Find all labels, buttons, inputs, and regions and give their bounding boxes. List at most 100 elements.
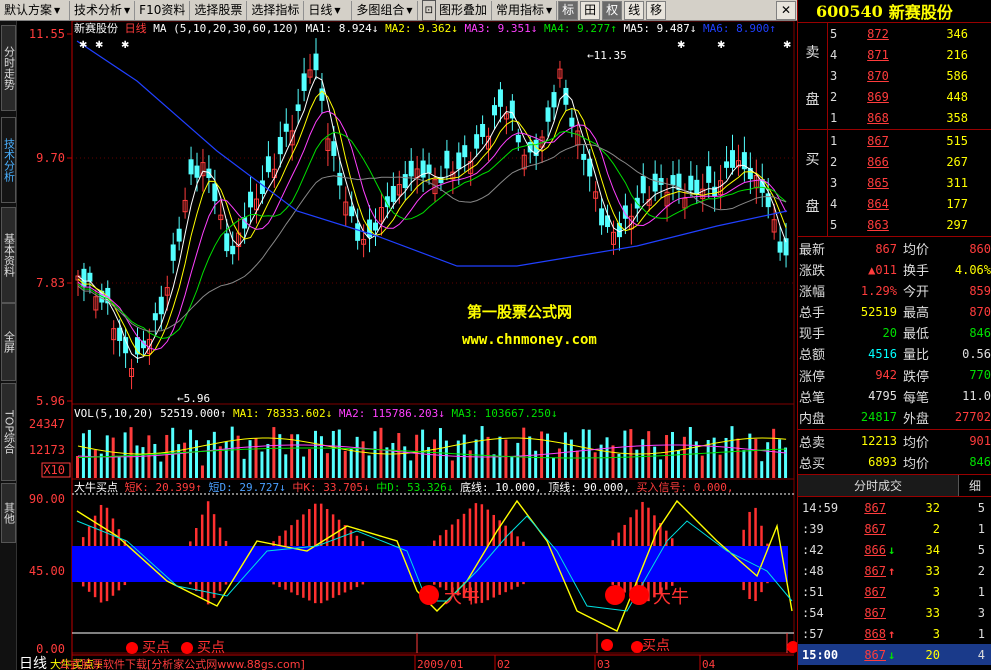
ask-row[interactable]: 5 872 346	[828, 24, 991, 45]
toolbar-item-4[interactable]: 选择指标	[247, 0, 305, 20]
chart-area[interactable]: 11.55 9.70 7.83 5.96 新赛股份 日线 MA (5,10,20,30,…	[17, 21, 797, 670]
star-icon: ✱	[677, 40, 685, 51]
bid-row[interactable]: 4 864 177	[828, 193, 991, 214]
bid-book: 买 盘 1 867 515 2 866 267 3 865 311 4 864 177 5 863 297	[798, 129, 991, 237]
big-bull-dot	[605, 585, 625, 605]
stock-chart-canvas[interactable]: 11.55 9.70 7.83 5.96 新赛股份 日线 MA (5,10,20,30,…	[17, 21, 797, 670]
indicator-col	[629, 517, 632, 546]
toolbar-item-8[interactable]: 常用指标 ▼	[492, 0, 558, 20]
indicator-col	[647, 507, 650, 546]
toolbar-item-3[interactable]: 选择股票	[190, 0, 248, 20]
candle-body	[694, 179, 700, 195]
volume-bar	[623, 430, 627, 478]
volume-bar	[373, 431, 377, 478]
ask-row[interactable]: 1 868 358	[828, 107, 991, 128]
toolbar-item-1[interactable]: 技术分析 ▼	[70, 0, 136, 20]
period-label[interactable]: 日线	[19, 656, 47, 670]
candle-body	[355, 223, 361, 241]
toolbar-item-5[interactable]: 日线 ▼	[304, 0, 353, 20]
indicator-col	[766, 582, 769, 584]
close-icon[interactable]: ✕	[776, 0, 796, 20]
indicator-col	[111, 582, 115, 596]
indicator-col	[623, 524, 626, 546]
indicator-header: 大牛买点 短K: 20.399↑ 短D: 29.727↓ 中K: 33.705↓…	[74, 480, 734, 494]
volume-bar	[81, 433, 85, 478]
indicator-col	[456, 519, 460, 546]
toolbar-item-7[interactable]: ⊡ 图形叠加	[418, 0, 492, 21]
indicator-col	[450, 524, 454, 546]
toolbar-toggle-1[interactable]: 田	[580, 0, 601, 20]
down-arrow-icon: ↓	[888, 542, 896, 557]
indicator-col	[611, 582, 614, 585]
indicator-col	[504, 582, 507, 593]
toolbar-item-6[interactable]: 多图组合 ▼	[352, 0, 418, 20]
tick-row[interactable]: :54 867 33 3	[798, 602, 991, 623]
tick-row[interactable]: :57 868 ↑ 3 1	[798, 623, 991, 644]
toolbar-item-2[interactable]: F10资料	[135, 0, 191, 20]
toolbar-toggle-2[interactable]: 权	[602, 0, 623, 20]
indicator-col	[617, 532, 620, 546]
ask-row[interactable]: 2 869 448	[828, 86, 991, 107]
candle-body	[444, 150, 450, 169]
indicator-col	[302, 514, 305, 546]
candle-body	[313, 53, 319, 71]
volume-bar	[647, 431, 651, 478]
side-tab-2[interactable]: 基本资料	[1, 207, 16, 303]
indicator-col	[212, 514, 216, 546]
bid-row[interactable]: 1 867 515	[828, 131, 991, 152]
candle-body	[426, 164, 432, 174]
buy-point-dot	[787, 641, 797, 653]
candle-body	[640, 175, 646, 194]
bid-row[interactable]: 5 863 297	[828, 214, 991, 235]
sell-side-label: 卖 盘	[798, 23, 828, 129]
tab-detail[interactable]: 细	[959, 477, 991, 494]
candle-body	[337, 172, 343, 186]
indicator-col	[206, 501, 210, 546]
indicator-col	[87, 526, 91, 546]
tick-row[interactable]: :39 867 2 1	[798, 518, 991, 539]
volume-tick-label: 12173	[29, 443, 65, 457]
tick-row[interactable]: 15:00 867 ↓ 20 4	[798, 644, 991, 665]
side-tab-1[interactable]: 技术分析	[1, 117, 16, 203]
date-label: 03	[597, 658, 610, 670]
toolbar-toggle-4[interactable]: 移	[646, 0, 667, 20]
tick-row[interactable]: 14:59 867 32 5	[798, 497, 991, 518]
toolbar-toggle-0[interactable]: 标	[558, 0, 579, 20]
volume-bar	[516, 442, 520, 478]
dropdown-arrow-icon: ▼	[54, 5, 61, 15]
side-tab-5[interactable]: 其他	[1, 483, 16, 543]
tick-row[interactable]: :42 866 ↓ 34 5	[798, 539, 991, 560]
ask-row[interactable]: 3 870 586	[828, 66, 991, 87]
tick-row[interactable]: :48 867 ↑ 33 2	[798, 560, 991, 581]
bid-row[interactable]: 3 865 311	[828, 173, 991, 194]
volume-bar	[665, 435, 669, 478]
volume-bar	[236, 435, 240, 478]
stat-row: 涨幅 1.29% 今开 859	[799, 283, 991, 301]
indicator-col	[671, 538, 674, 546]
big-bull-label: 大牛	[653, 587, 689, 608]
volume-bar	[325, 453, 329, 478]
candle-body	[515, 134, 521, 143]
toolbar-item-0[interactable]: 默认方案 ▼	[0, 0, 70, 20]
indicator-col	[337, 582, 341, 596]
candle-body	[599, 208, 605, 226]
tick-list[interactable]: 14:59 867 32 5:39 867 2 1:42 866 ↓ 34 5:48 867 ↑ 33 2:…	[798, 497, 991, 665]
candle-body	[188, 159, 194, 175]
indicator-col	[218, 527, 222, 546]
toolbar-toggle-3[interactable]: 线	[624, 0, 645, 20]
volume-bar	[200, 465, 204, 478]
indicator-col	[93, 582, 97, 598]
tab-ticks[interactable]: 分时成交	[798, 475, 959, 496]
candle-body	[259, 180, 265, 195]
indicator-tick-label: 0.00	[36, 642, 65, 656]
volume-bar	[522, 427, 526, 478]
ask-row[interactable]: 4 871 216	[828, 45, 991, 66]
side-tab-0[interactable]: 分时走势	[1, 25, 16, 111]
volume-bar	[444, 440, 448, 478]
side-tab-3[interactable]: 全屏	[1, 303, 16, 381]
side-tab-4[interactable]: TOP综合	[1, 383, 16, 481]
candle-body	[497, 89, 503, 107]
candle-body	[474, 134, 480, 149]
bid-row[interactable]: 2 866 267	[828, 152, 991, 173]
tick-row[interactable]: :51 867 3 1	[798, 581, 991, 602]
